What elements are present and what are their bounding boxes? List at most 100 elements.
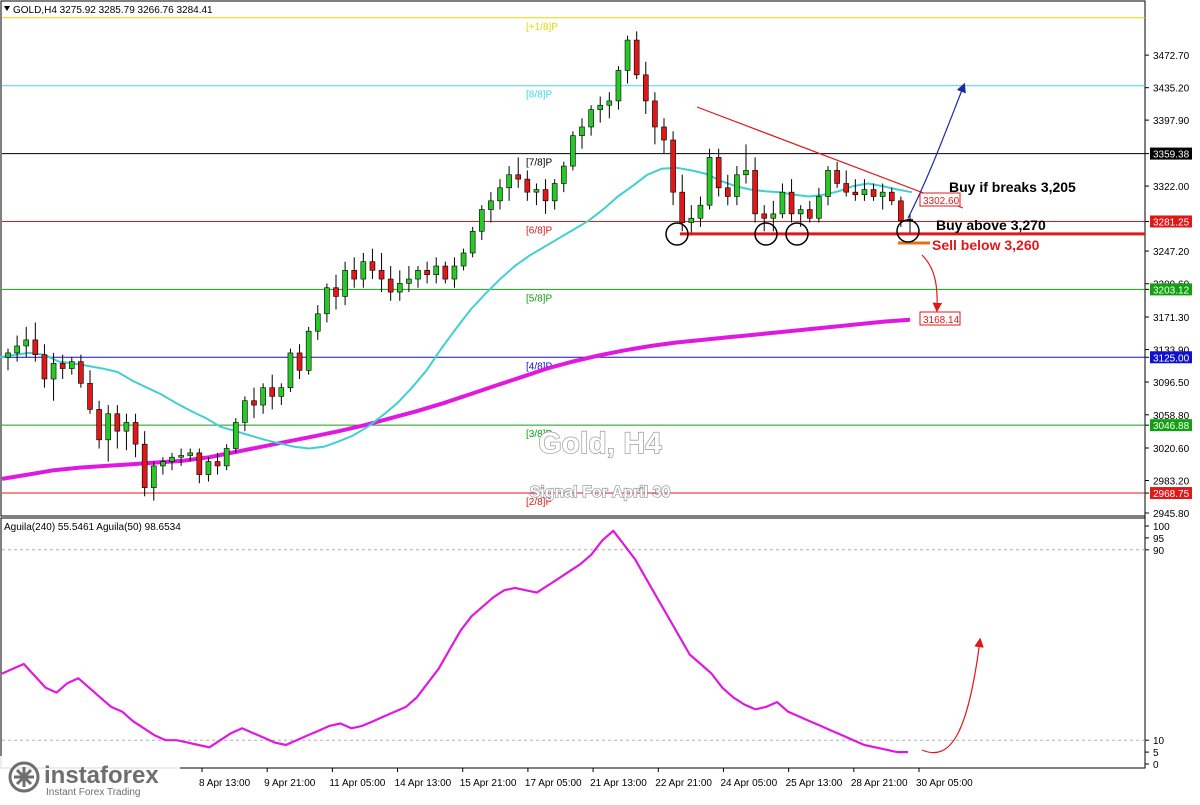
- candle-body: [105, 413, 112, 441]
- candle-body: [242, 400, 248, 423]
- candle-body: [123, 422, 130, 432]
- candle-body: [50, 363, 57, 380]
- logo-tagline: Instant Forex Trading: [46, 787, 141, 798]
- candle-body: [433, 265, 440, 276]
- candle-body: [59, 363, 66, 369]
- chart-canvas: GOLD,H4 3275.92 3285.79 3266.76 3284.41 …: [0, 0, 1192, 800]
- instaforex-logo: instaforex Instant Forex Trading: [0, 756, 180, 800]
- candle-body: [670, 139, 676, 193]
- time-tick-label: 24 Apr 05:00: [720, 778, 777, 789]
- murrey-label: [7/8]P: [526, 158, 552, 169]
- candle-body: [843, 183, 850, 193]
- candle-body: [424, 270, 430, 276]
- tag-text: 3168.14: [923, 315, 960, 326]
- osc-tick-label: 95: [1153, 534, 1165, 545]
- candle-body: [278, 387, 285, 397]
- candle-body: [806, 209, 813, 219]
- candle-body: [223, 448, 230, 467]
- candle: [570, 131, 576, 171]
- time-tick-label: 8 Apr 13:00: [199, 778, 251, 789]
- candle-body: [378, 270, 385, 280]
- candle-body: [579, 126, 585, 136]
- price-tag-label: 2968.75: [1153, 489, 1190, 500]
- price-tag-label: 3281.25: [1153, 217, 1190, 228]
- candle-body: [715, 157, 722, 189]
- buy-above-note: Buy above 3,270: [936, 217, 1046, 233]
- candle-body: [114, 413, 121, 432]
- osc-tick-label: 5: [1153, 748, 1159, 759]
- candle-body: [788, 191, 795, 215]
- time-tick-label: 14 Apr 13:00: [395, 778, 452, 789]
- candle-body: [387, 278, 394, 293]
- candle-body: [551, 183, 558, 202]
- candle-body: [196, 452, 203, 475]
- candle-body: [888, 191, 895, 202]
- candle-body: [305, 330, 312, 371]
- candle: [305, 326, 312, 375]
- candle-body: [351, 270, 358, 280]
- time-axis: 8 Apr 13:00 9 Apr 21:00 11 Apr 05:00 14 Apr…: [199, 768, 973, 789]
- candle-body: [187, 452, 194, 456]
- time-tick-label: 11 Apr 05:00: [329, 778, 385, 789]
- time-tick-label: 25 Apr 13:00: [786, 778, 843, 789]
- candle-body: [542, 189, 549, 202]
- logo-wordmark: instaforex: [44, 762, 159, 789]
- candle-body: [169, 456, 175, 462]
- tag-text: 3302.60: [923, 196, 960, 207]
- candle-body: [333, 287, 339, 297]
- candle-body: [132, 422, 139, 445]
- time-tick-label: 22 Apr 21:00: [655, 778, 712, 789]
- candle-body: [770, 213, 777, 219]
- candle-body: [205, 461, 212, 475]
- price-tag-label: 3359.38: [1153, 150, 1190, 161]
- osc-tick-label: 0: [1153, 760, 1159, 771]
- candle-body: [706, 157, 713, 206]
- candle-body: [642, 74, 649, 102]
- price-tick-label: 3247.20: [1153, 247, 1190, 258]
- candle-body: [406, 278, 412, 284]
- candle-body: [160, 461, 166, 467]
- candle: [706, 148, 713, 210]
- candle-body: [724, 187, 731, 197]
- candle-body: [779, 191, 786, 215]
- candle-body: [834, 170, 840, 184]
- target-up-tag: 3302.60: [919, 192, 961, 207]
- candle-body: [296, 352, 303, 371]
- candle-body: [360, 261, 367, 280]
- candle-body: [96, 409, 102, 441]
- candle-body: [342, 270, 348, 297]
- candle-body: [488, 200, 494, 210]
- candle-body: [588, 109, 594, 128]
- price-tick-label: 3171.30: [1153, 313, 1190, 324]
- candle-body: [533, 189, 540, 193]
- candle-body: [560, 165, 567, 184]
- osc-tick-label: 90: [1153, 546, 1165, 557]
- candle-body: [87, 383, 93, 410]
- candle-body: [68, 361, 75, 369]
- candle-body: [469, 230, 476, 254]
- price-tick-label: 3322.00: [1153, 182, 1190, 193]
- price-tick-label: 3472.70: [1153, 51, 1190, 62]
- price-tick-label: 2983.20: [1153, 476, 1190, 487]
- chart-watermark-subtitle: Signal For April 30: [530, 484, 671, 501]
- price-tick-label: 3096.50: [1153, 378, 1190, 389]
- candle-body: [269, 387, 276, 397]
- candle-body: [661, 126, 667, 141]
- candle-body: [150, 465, 157, 488]
- candle-body: [41, 354, 48, 380]
- time-tick-label: 17 Apr 05:00: [525, 778, 582, 789]
- candle: [287, 348, 294, 393]
- indicator-panel-frame: [0, 517, 1146, 769]
- buy-break-note: Buy if breaks 3,205: [949, 179, 1076, 195]
- candle-body: [597, 104, 604, 110]
- candle-body: [615, 70, 622, 102]
- osc-tick-label: 100: [1153, 522, 1170, 533]
- candle-body: [898, 200, 904, 222]
- candle-body: [852, 191, 859, 196]
- candle-body: [752, 170, 758, 215]
- candle-body: [633, 39, 640, 76]
- candle-body: [478, 209, 485, 232]
- candle-body: [524, 178, 531, 193]
- target-down-tag: 3168.14: [919, 311, 961, 326]
- candle-body: [797, 209, 804, 215]
